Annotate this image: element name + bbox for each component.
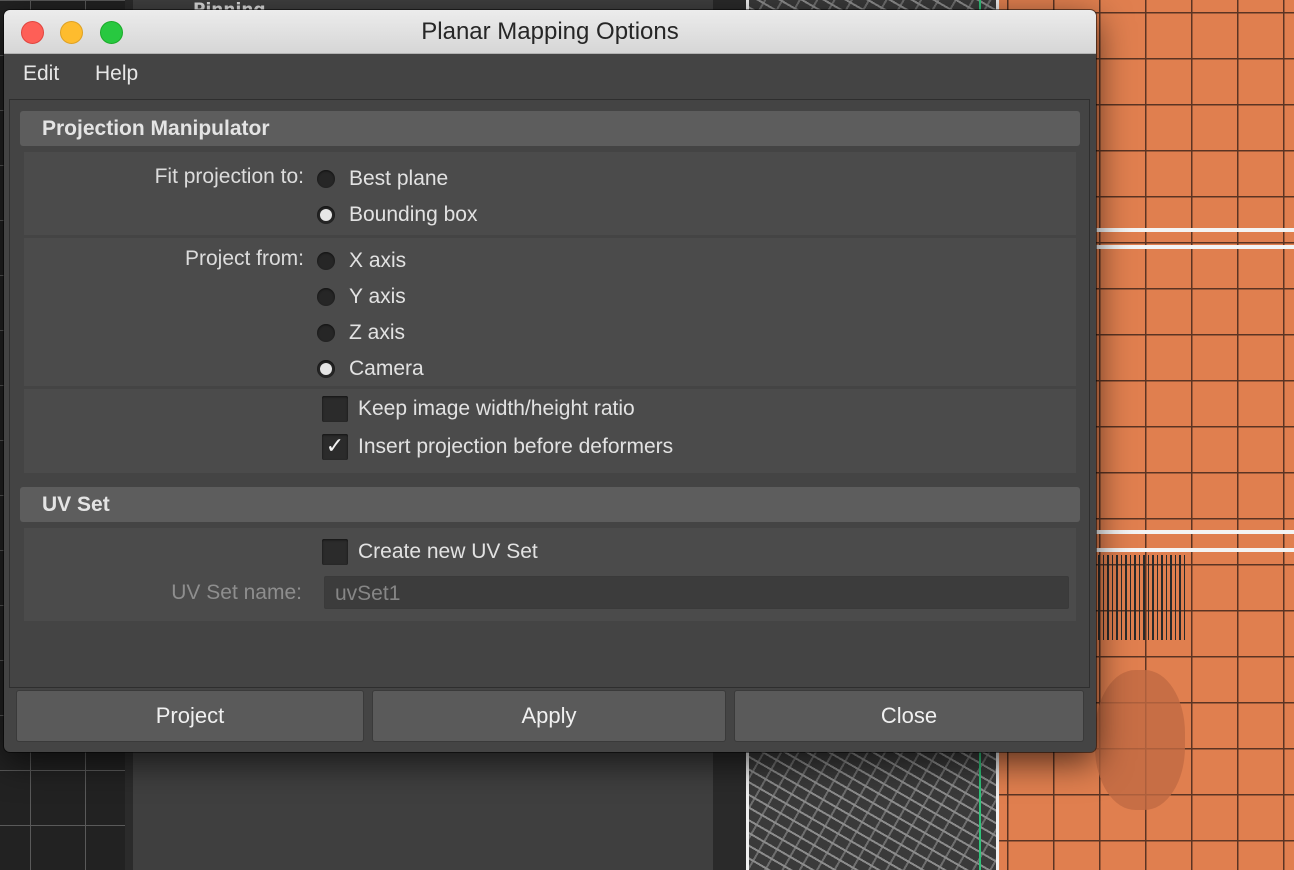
radio-best-plane-label: Best plane [349,167,449,190]
menu-bar: Edit Help [4,54,1096,94]
radio-best-plane[interactable]: Best plane [317,166,448,192]
radio-best-plane-indicator[interactable] [317,170,335,188]
project-from-group: Project from: X axis Y axis Z axis Camer… [24,238,1076,386]
radio-x-axis-label: X axis [349,249,407,272]
radio-bounding-box[interactable]: Bounding box [317,202,477,228]
checkbox-insert-before-deformers[interactable]: ✓ Insert projection before deformers [322,434,673,460]
section-header-uv-set[interactable]: UV Set [20,487,1080,522]
radio-camera-label: Camera [349,357,424,380]
barcode-graphic [1098,555,1188,640]
radio-z-axis[interactable]: Z axis [317,320,405,346]
menu-help[interactable]: Help [95,62,138,86]
title-bar[interactable]: Planar Mapping Options [4,10,1096,54]
checkbox-keep-ratio-box[interactable] [322,396,348,422]
radio-y-axis[interactable]: Y axis [317,284,406,310]
checkbox-create-uv-set-label: Create new UV Set [358,540,538,563]
radio-z-axis-label: Z axis [349,321,406,344]
texture-stripe [1096,548,1294,552]
texture-blob [1095,670,1185,810]
project-from-label: Project from: [184,247,304,270]
radio-x-axis[interactable]: X axis [317,248,406,274]
checkbox-create-uv-set[interactable]: Create new UV Set [322,539,538,565]
window-title: Planar Mapping Options [421,18,679,45]
radio-y-axis-indicator[interactable] [317,288,335,306]
texture-stripe [1096,530,1294,534]
menu-edit[interactable]: Edit [23,62,59,86]
texture-stripe [1096,228,1294,232]
radio-bounding-box-label: Bounding box [349,203,478,226]
radio-camera[interactable]: Camera [317,356,424,382]
projection-checkbox-group: Keep image width/height ratio ✓ Insert p… [24,389,1076,473]
project-button[interactable]: Project [16,690,364,742]
radio-camera-indicator[interactable] [317,360,335,378]
section-header-projection-manipulator[interactable]: Projection Manipulator [20,111,1080,146]
options-panel: Projection Manipulator Fit projection to… [9,99,1090,688]
uv-set-group: Create new UV Set UV Set name: uvSet1 [24,528,1076,621]
apply-button[interactable]: Apply [372,690,726,742]
fit-projection-group: Fit projection to: Best plane Bounding b… [24,152,1076,235]
radio-x-axis-indicator[interactable] [317,252,335,270]
planar-mapping-dialog: Planar Mapping Options Edit Help Project… [4,10,1096,752]
texture-stripe [1096,245,1294,249]
radio-z-axis-indicator[interactable] [317,324,335,342]
radio-y-axis-label: Y axis [349,285,406,308]
checkbox-keep-ratio[interactable]: Keep image width/height ratio [322,396,635,422]
uv-set-name-label: UV Set name: [171,581,302,604]
checkbox-create-uv-set-box[interactable] [322,539,348,565]
checkmark-icon[interactable]: ✓ [322,434,348,460]
fit-projection-label: Fit projection to: [154,165,304,188]
checkbox-keep-ratio-label: Keep image width/height ratio [358,397,635,420]
checkbox-insert-before-deformers-label: Insert projection before deformers [358,435,674,458]
close-button[interactable]: Close [734,690,1084,742]
uv-set-name-field[interactable]: uvSet1 [324,576,1069,609]
radio-bounding-box-indicator[interactable] [317,206,335,224]
